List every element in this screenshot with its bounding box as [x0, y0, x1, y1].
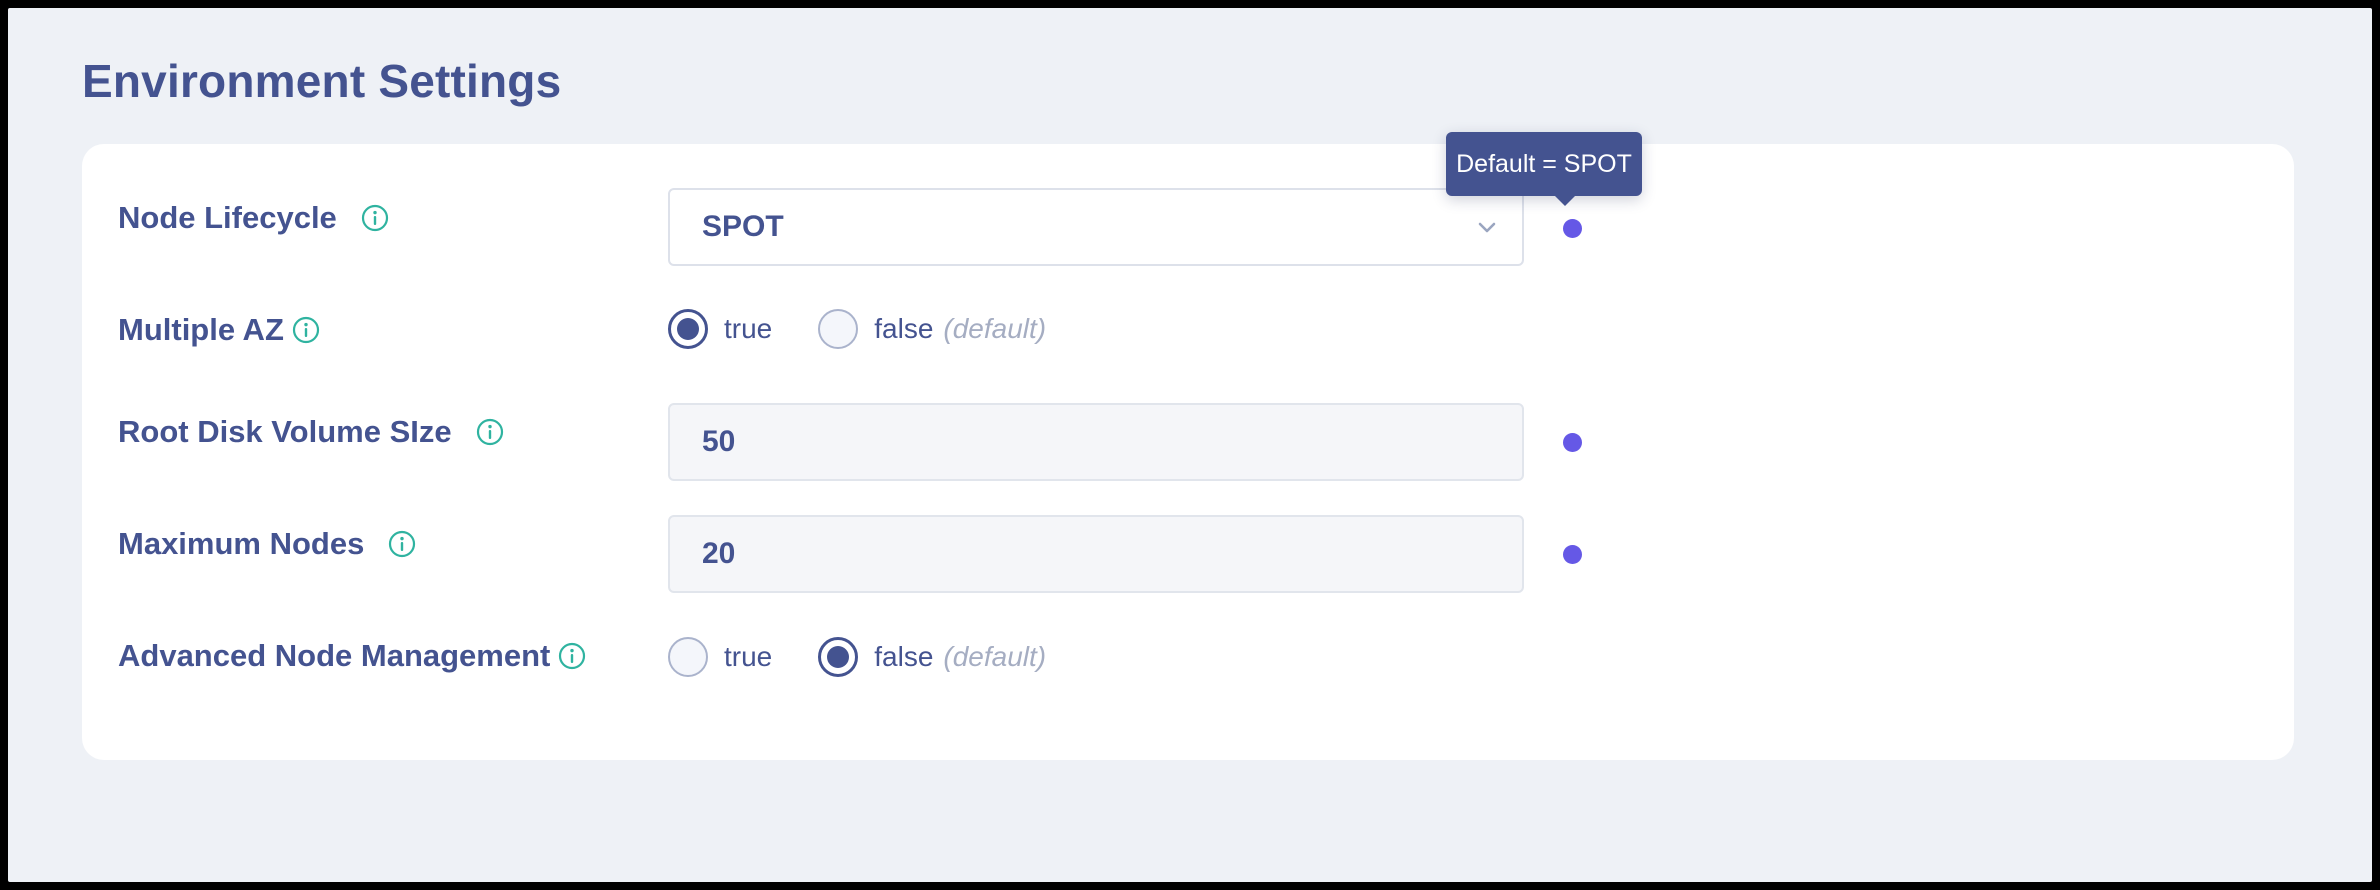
advanced-node-management-radio-group: true false (default): [668, 637, 1046, 677]
modified-indicator: [1563, 545, 1582, 564]
tooltip-text: Default = SPOT: [1456, 149, 1632, 178]
multiple-az-radio-group: true false (default): [668, 309, 1046, 349]
radio-label: false: [874, 313, 934, 344]
setting-label: Node Lifecycle: [118, 200, 337, 235]
info-icon[interactable]: [292, 316, 320, 344]
input-value: 20: [702, 537, 736, 570]
page-title: Environment Settings: [82, 55, 562, 107]
maximum-nodes-input[interactable]: 20: [668, 515, 1524, 593]
default-hint: (default): [943, 313, 1047, 344]
radio-label: false: [874, 641, 934, 672]
radio-label: true: [724, 313, 773, 344]
select-value: SPOT: [702, 210, 784, 243]
chevron-down-icon: [1474, 214, 1500, 240]
setting-label: Root Disk Volume SIze: [118, 414, 452, 449]
radio-option-true[interactable]: true: [668, 637, 772, 677]
setting-label: Multiple AZ: [118, 312, 284, 347]
root-disk-volume-size-input[interactable]: 50: [668, 403, 1524, 481]
label-group: Root Disk Volume SIze: [118, 414, 504, 450]
settings-card: Node Lifecycle SPOT Multiple AZ true fal…: [82, 144, 2294, 760]
setting-label: Maximum Nodes: [118, 526, 365, 561]
info-icon[interactable]: [558, 642, 586, 670]
radio-button[interactable]: [818, 309, 859, 349]
info-icon[interactable]: [388, 530, 416, 558]
radio-label: true: [724, 641, 773, 672]
info-icon[interactable]: [476, 418, 504, 446]
node-lifecycle-select[interactable]: SPOT: [668, 188, 1524, 266]
modified-indicator: [1563, 219, 1582, 238]
default-hint: (default): [943, 641, 1047, 672]
radio-option-false[interactable]: false (default): [818, 637, 1046, 677]
input-value: 50: [702, 425, 736, 458]
radio-option-true[interactable]: true: [668, 309, 772, 349]
radio-button-selected[interactable]: [668, 309, 708, 349]
default-value-tooltip: Default = SPOT: [1446, 132, 1642, 206]
info-icon[interactable]: [361, 204, 389, 232]
radio-option-false[interactable]: false (default): [818, 309, 1046, 349]
radio-button[interactable]: [668, 637, 708, 677]
modified-indicator: [1563, 433, 1582, 452]
label-group: Maximum Nodes: [118, 526, 416, 562]
label-group: Node Lifecycle: [118, 200, 389, 236]
label-group: Advanced Node Management: [118, 638, 586, 674]
label-group: Multiple AZ: [118, 312, 320, 348]
settings-page: Environment Settings Node Lifecycle SPOT…: [8, 8, 2372, 882]
setting-label: Advanced Node Management: [118, 638, 551, 673]
radio-button-selected[interactable]: [818, 637, 859, 677]
